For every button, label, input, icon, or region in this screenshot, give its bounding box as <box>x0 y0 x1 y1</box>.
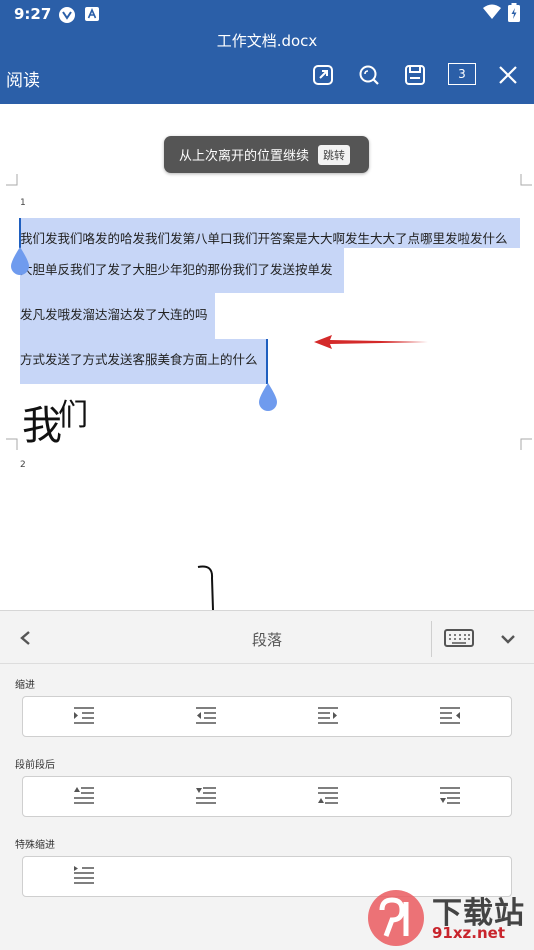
large-text-small: 们 <box>58 398 88 433</box>
decrease-indent-icon[interactable] <box>195 706 217 726</box>
watermark-url: 91xz.net <box>432 924 506 942</box>
text-line[interactable]: 方式发送了方式发送客服美食方面上的什么 <box>20 349 258 368</box>
watermark: 下载站 91xz.net <box>360 886 534 950</box>
increase-indent-icon[interactable] <box>73 706 95 726</box>
panel-toolbar: 段落 <box>0 610 534 664</box>
indent-label: 缩进 <box>15 680 35 691</box>
space-after-decrease-icon[interactable] <box>439 786 461 806</box>
page-corner-mark <box>520 438 532 450</box>
app-a-icon <box>85 6 99 25</box>
text-line[interactable]: 我们发我们咯发的哈发我们发第八单口我们开答案是大大啊发生大大了点哪里发啦发什么 <box>20 228 508 247</box>
wifi-icon <box>482 4 502 24</box>
app-header: 9:27 工作文档.docx 阅读 3 <box>0 0 534 104</box>
save-button[interactable] <box>402 62 428 88</box>
battery-charging-icon <box>508 3 520 26</box>
page-number: 1 <box>20 198 26 208</box>
first-line-indent-icon[interactable] <box>73 866 95 886</box>
spacing-button-row <box>22 776 512 817</box>
close-button[interactable] <box>495 62 521 88</box>
page-corner-mark <box>520 174 532 186</box>
keyboard-icon[interactable] <box>444 629 474 647</box>
right-indent-increase-icon[interactable] <box>317 706 339 726</box>
annotation-arrow <box>314 335 428 349</box>
selection-end-cursor <box>266 339 268 384</box>
save-icon <box>405 65 425 85</box>
document-canvas[interactable]: 从上次离开的位置继续 跳转 1 我们发我们咯发的哈发我们发第八单口我们开答案是大… <box>0 104 534 610</box>
chevron-down-icon[interactable] <box>500 633 516 645</box>
document-title: 工作文档.docx <box>216 32 318 50</box>
page-corner-mark <box>6 438 18 450</box>
app-notification-icon <box>58 6 76 28</box>
indent-button-row <box>22 696 512 737</box>
jump-button[interactable]: 跳转 <box>318 144 351 165</box>
text-line[interactable]: 发凡发哦发溜达溜达发了大连的吗 <box>20 304 208 323</box>
resume-toast-text: 从上次离开的位置继续 <box>179 149 310 164</box>
space-before-decrease-icon[interactable] <box>195 786 217 806</box>
search-icon <box>359 65 379 85</box>
page-number: 2 <box>20 460 26 470</box>
selection-start-handle[interactable] <box>9 247 31 277</box>
right-indent-decrease-icon[interactable] <box>439 706 461 726</box>
special-indent-label: 特殊缩进 <box>15 840 55 851</box>
spacing-label: 段前段后 <box>15 760 55 771</box>
selection-end-handle[interactable] <box>257 383 279 413</box>
page-corner-mark <box>6 174 18 186</box>
toolbar-divider <box>431 621 432 657</box>
read-mode-button[interactable]: 阅读 <box>6 66 40 91</box>
share-icon <box>313 65 333 85</box>
share-button[interactable] <box>310 62 336 88</box>
space-after-increase-icon[interactable] <box>317 786 339 806</box>
space-before-increase-icon[interactable] <box>73 786 95 806</box>
text-caret <box>197 565 214 610</box>
large-text-main: 我 <box>22 403 62 449</box>
status-time: 9:27 <box>14 5 52 23</box>
large-text[interactable]: 我们 <box>22 390 88 451</box>
selection-start-cursor <box>19 218 21 248</box>
page-count-button[interactable]: 3 <box>448 63 476 85</box>
resume-toast: 从上次离开的位置继续 跳转 <box>164 136 369 173</box>
text-line[interactable]: 大胆单反我们了发了大胆少年犯的那份我们了发送按单发 <box>20 259 333 278</box>
watermark-logo <box>368 890 424 946</box>
search-button[interactable] <box>356 62 382 88</box>
close-icon <box>499 66 517 84</box>
